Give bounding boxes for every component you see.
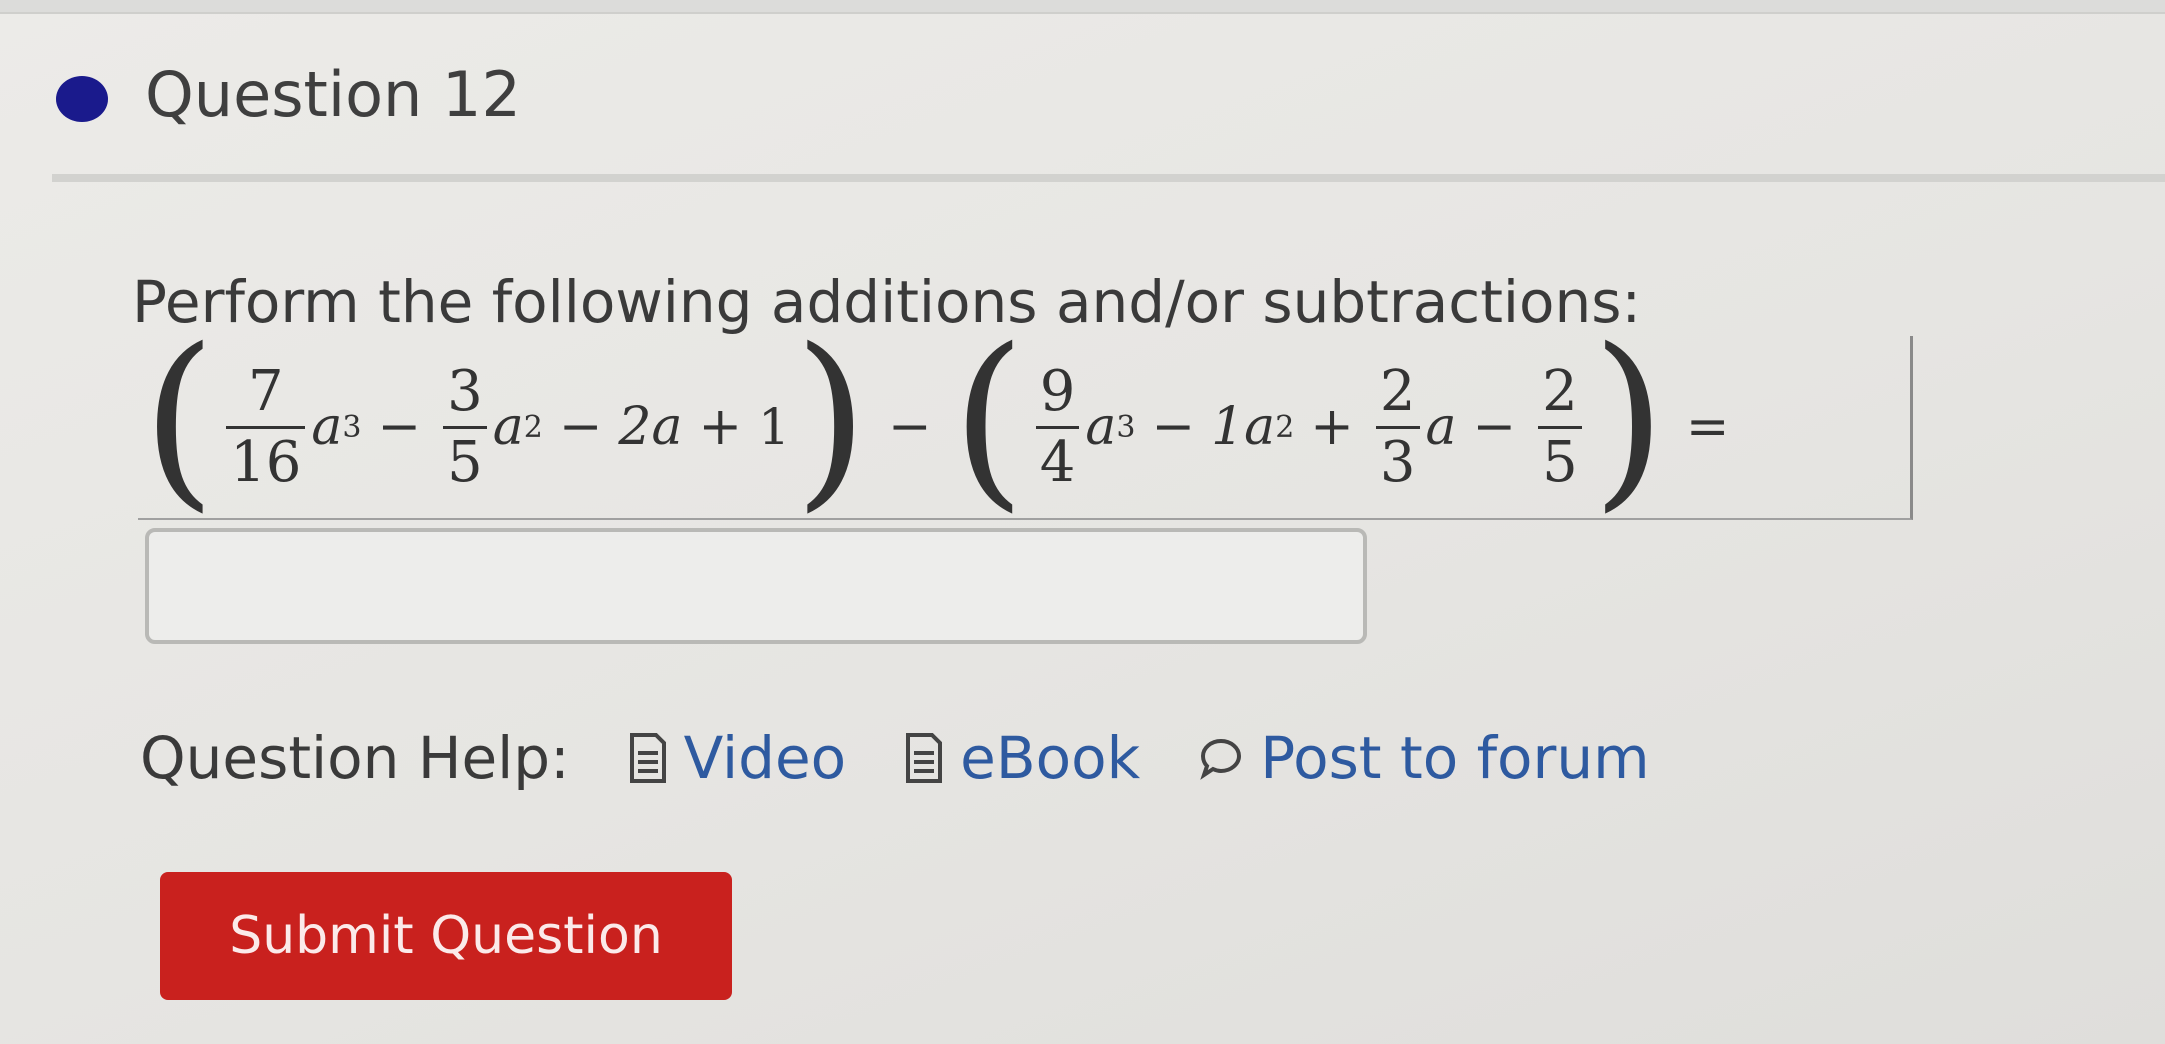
top-divider (0, 0, 2165, 14)
minus-operator: − (377, 397, 422, 457)
video-link-label: Video (683, 724, 847, 792)
left-paren: ( (142, 308, 217, 529)
numerator: 7 (247, 358, 284, 424)
constant-1: 1 (758, 398, 790, 456)
post-to-forum-link[interactable]: Post to forum (1198, 724, 1650, 792)
minus-operator: − (888, 397, 932, 457)
plus-operator: + (1310, 397, 1354, 457)
question-help-label: Question Help: (140, 724, 570, 792)
exponent-3: 3 (342, 409, 362, 445)
fraction-2-5: 2 5 (1538, 358, 1582, 495)
question-divider (52, 174, 2165, 182)
fraction-9-4: 9 4 (1035, 358, 1080, 495)
video-link[interactable]: Video (628, 724, 847, 792)
variable-a: a (1425, 397, 1457, 457)
question-help: Question Help: Video eBook Post to forum (140, 724, 1650, 792)
fraction-7-16: 7 16 (226, 358, 306, 495)
variable-a: a (1085, 397, 1117, 457)
ebook-link[interactable]: eBook (904, 724, 1140, 792)
question-title: Question 12 (145, 58, 521, 131)
variable-a: a (492, 397, 524, 457)
plus-operator: + (698, 397, 743, 457)
term-2a: 2a (618, 397, 683, 457)
denominator: 3 (1379, 429, 1416, 495)
exponent-2: 2 (1275, 409, 1295, 445)
math-expression: ( 7 16 a3 − 3 5 a2 − 2a + 1 ) − ( 9 4 a3… (138, 324, 1913, 520)
question-prompt: Perform the following additions and/or s… (132, 268, 1642, 336)
numerator: 2 (1379, 358, 1416, 424)
term-1a: 1a (1211, 397, 1276, 457)
minus-operator: − (1151, 397, 1196, 457)
numerator: 2 (1542, 358, 1578, 424)
fraction-3-5: 3 5 (443, 358, 487, 495)
equals-operator: = (1685, 397, 1730, 457)
minus-operator: − (558, 397, 603, 457)
document-icon (629, 733, 666, 783)
question-status-dot (56, 76, 108, 122)
right-paren: ) (1591, 308, 1666, 529)
speech-bubble-icon (1200, 738, 1242, 780)
right-paren: ) (793, 308, 869, 529)
numerator: 9 (1039, 358, 1076, 424)
denominator: 16 (230, 429, 302, 495)
denominator: 5 (1542, 429, 1578, 495)
ebook-link-label: eBook (960, 724, 1141, 792)
document-icon (906, 733, 943, 783)
variable-a: a (311, 397, 343, 457)
exponent-2: 2 (523, 409, 543, 445)
fraction-2-3: 2 3 (1375, 358, 1420, 495)
left-paren: ( (951, 308, 1026, 529)
exponent-3: 3 (1116, 409, 1136, 445)
submit-question-button[interactable]: Submit Question (160, 872, 732, 1000)
post-to-forum-label: Post to forum (1260, 724, 1650, 792)
denominator: 4 (1039, 429, 1076, 495)
answer-input[interactable] (145, 528, 1367, 644)
numerator: 3 (447, 358, 483, 424)
minus-operator: − (1472, 397, 1517, 457)
denominator: 5 (447, 429, 483, 495)
